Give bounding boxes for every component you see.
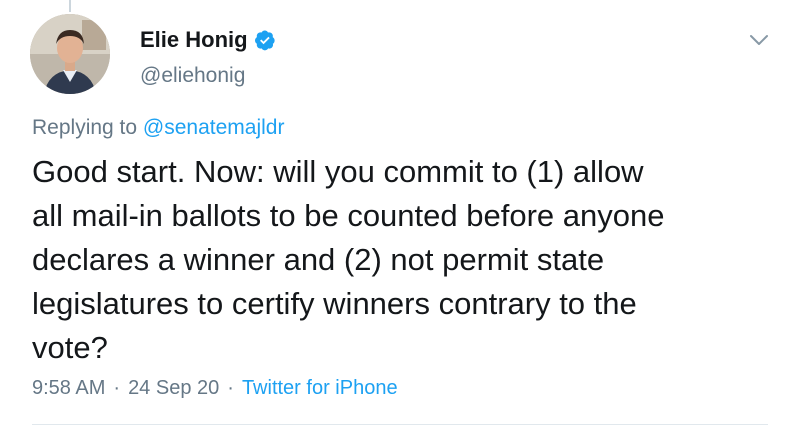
avatar[interactable] — [30, 14, 110, 94]
replying-to-handle-link[interactable]: @senatemajldr — [143, 116, 285, 139]
tweet-date[interactable]: 24 Sep 20 — [128, 377, 219, 400]
chevron-down-icon[interactable] — [747, 28, 771, 52]
author-name-row: Elie Honig — [140, 26, 276, 54]
thread-connector-line — [69, 0, 71, 12]
author-display-name[interactable]: Elie Honig — [140, 27, 248, 53]
replying-to: Replying to @senatemajldr — [32, 116, 284, 140]
tweet-metadata: 9:58 AM · 24 Sep 20 · Twitter for iPhone — [32, 377, 398, 400]
divider — [32, 424, 768, 425]
meta-separator: · — [113, 377, 121, 399]
avatar-image — [30, 14, 110, 94]
author-handle[interactable]: @eliehonig — [140, 64, 245, 88]
replying-to-label: Replying to — [32, 116, 143, 139]
meta-separator: · — [227, 377, 234, 399]
verified-badge-icon — [254, 30, 275, 51]
tweet-text: Good start. Now: will you commit to (1) … — [32, 154, 665, 365]
tweet-source-link[interactable]: Twitter for iPhone — [242, 377, 398, 400]
tweet-time[interactable]: 9:58 AM — [32, 377, 105, 400]
